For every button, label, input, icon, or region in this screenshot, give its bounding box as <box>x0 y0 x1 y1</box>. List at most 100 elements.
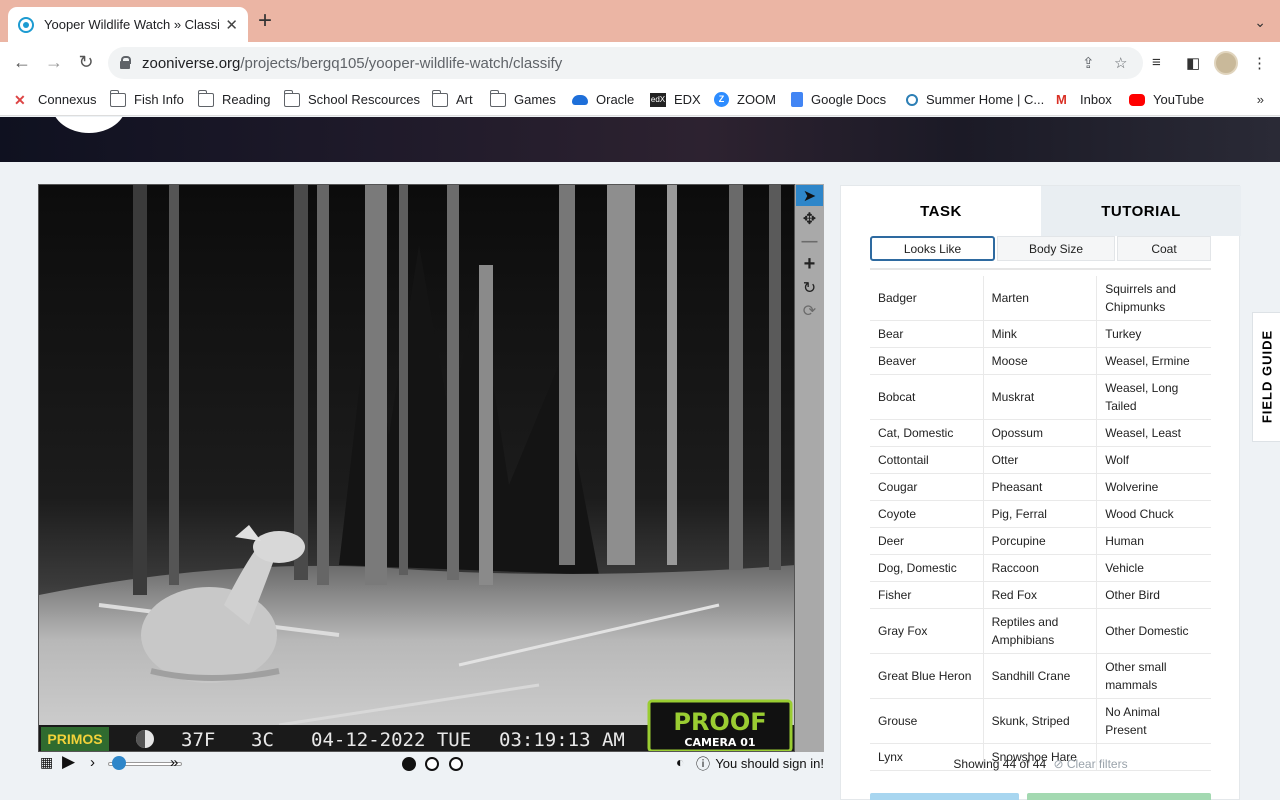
species-choice[interactable]: Wolf <box>1097 447 1211 473</box>
species-choice[interactable]: Red Fox <box>984 582 1098 608</box>
species-choice[interactable]: Squirrels and Chipmunks <box>1097 276 1211 320</box>
species-choice[interactable]: Raccoon <box>984 555 1098 581</box>
rotate-icon[interactable]: ↻ <box>796 277 823 298</box>
species-choice[interactable]: Wood Chuck <box>1097 501 1211 527</box>
forward-button[interactable]: → <box>43 52 65 73</box>
species-choice[interactable]: Human <box>1097 528 1211 554</box>
frame-3-dot[interactable] <box>449 757 463 771</box>
species-choice[interactable]: Grouse <box>870 699 984 743</box>
bookmark-reading[interactable]: Reading <box>197 89 270 107</box>
field-guide-tab[interactable]: FIELD GUIDE <box>1252 312 1280 442</box>
species-choice[interactable]: Weasel, Ermine <box>1097 348 1211 374</box>
folder-icon <box>431 89 448 107</box>
species-choice[interactable]: Gray Fox <box>870 609 984 653</box>
species-choice[interactable]: Cougar <box>870 474 984 500</box>
species-choice[interactable]: Dog, Domestic <box>870 555 984 581</box>
bookmark-summer-home[interactable]: Summer Home | C... <box>906 92 1044 107</box>
bookmark-connexus[interactable]: ✕ Connexus <box>14 92 97 107</box>
species-choice[interactable]: Other Domestic <box>1097 609 1211 653</box>
filter-looks-like[interactable]: Looks Like <box>870 236 995 261</box>
fast-speed-icon[interactable]: » <box>170 754 178 771</box>
play-icon[interactable]: ▶ <box>62 752 75 772</box>
side-panel-icon[interactable]: ◧ <box>1186 54 1200 72</box>
bookmark-school-rescources[interactable]: School Rescources <box>283 89 420 107</box>
info-icon[interactable]: ⓘ <box>696 754 710 774</box>
bookmark-star-icon[interactable]: ☆ <box>1114 54 1127 72</box>
species-choice[interactable]: Pig, Ferral <box>984 501 1098 527</box>
panel-button-left[interactable] <box>870 793 1019 800</box>
bookmark-zoom[interactable]: Z ZOOM <box>714 92 776 107</box>
species-choice[interactable]: Deer <box>870 528 984 554</box>
lock-icon[interactable] <box>120 56 131 69</box>
species-choice[interactable]: Beaver <box>870 348 984 374</box>
tab-task[interactable]: TASK <box>841 186 1041 236</box>
species-choice[interactable]: Pheasant <box>984 474 1098 500</box>
speed-slider-handle[interactable] <box>112 756 126 770</box>
tab-tutorial[interactable]: TUTORIAL <box>1041 186 1241 236</box>
species-choice[interactable]: Cat, Domestic <box>870 420 984 446</box>
species-choice[interactable]: Reptiles and Amphibians <box>984 609 1098 653</box>
subject-image[interactable]: PRIMOS 37F 3C 04-12-2022 TUE 03:19:13 AM… <box>38 184 795 752</box>
slow-speed-icon[interactable]: › <box>90 754 95 771</box>
browser-menu-icon[interactable]: ⋮ <box>1252 54 1267 72</box>
more-bookmarks-icon[interactable]: » <box>1257 92 1264 107</box>
move-tool-icon[interactable]: ✥ <box>796 208 823 229</box>
clear-filters-button[interactable]: ⊘ Clear filters <box>1054 757 1128 771</box>
species-choice[interactable]: Bobcat <box>870 375 984 419</box>
profile-avatar[interactable] <box>1214 51 1238 75</box>
bookmark-edx[interactable]: edX EDX <box>650 92 701 107</box>
tab-search-chevron-icon[interactable]: ⌄ <box>1254 14 1266 31</box>
pointer-tool-icon[interactable]: ➤ <box>796 185 823 206</box>
filter-coat[interactable]: Coat <box>1117 236 1211 261</box>
bookmark-oracle[interactable]: Oracle <box>572 92 634 107</box>
zoom-out-icon[interactable]: — <box>796 231 823 252</box>
url-text[interactable]: zooniverse.org/projects/bergq105/yooper-… <box>142 55 562 72</box>
species-choice[interactable]: Opossum <box>984 420 1098 446</box>
species-choice[interactable]: No Animal Present <box>1097 699 1211 743</box>
close-tab-icon[interactable]: ✕ <box>225 16 238 34</box>
reload-button[interactable]: ↻ <box>75 52 97 73</box>
species-choice[interactable]: Cottontail <box>870 447 984 473</box>
filter-body-size[interactable]: Body Size <box>997 236 1115 261</box>
species-choice[interactable]: Muskrat <box>984 375 1098 419</box>
share-icon[interactable]: ⇪ <box>1082 54 1095 72</box>
species-choice[interactable]: Great Blue Heron <box>870 654 984 698</box>
frame-1-dot[interactable] <box>402 757 416 771</box>
species-choice[interactable]: Coyote <box>870 501 984 527</box>
panel-button-right[interactable] <box>1027 793 1211 800</box>
project-avatar[interactable] <box>52 117 126 133</box>
species-choice[interactable]: Sandhill Crane <box>984 654 1098 698</box>
species-choice[interactable]: Other small mammals <box>1097 654 1211 698</box>
back-button[interactable]: ← <box>11 52 33 73</box>
species-choice[interactable]: Moose <box>984 348 1098 374</box>
species-choice[interactable]: Weasel, Least <box>1097 420 1211 446</box>
bookmark-art[interactable]: Art <box>431 89 473 107</box>
species-choice[interactable]: Bear <box>870 321 984 347</box>
bookmark-google-docs[interactable]: Google Docs <box>791 92 886 107</box>
species-choice[interactable]: Weasel, Long Tailed <box>1097 375 1211 419</box>
contrast-icon[interactable]: ◐ <box>676 754 684 770</box>
species-choice[interactable]: Vehicle <box>1097 555 1211 581</box>
species-choice[interactable]: Badger <box>870 276 984 320</box>
bookmark-fish-info[interactable]: Fish Info <box>109 89 184 107</box>
species-choice[interactable]: Fisher <box>870 582 984 608</box>
species-choice[interactable]: Turkey <box>1097 321 1211 347</box>
media-controls-icon[interactable]: ≡ <box>1152 54 1161 71</box>
species-choice[interactable]: Wolverine <box>1097 474 1211 500</box>
new-tab-button[interactable]: + <box>258 9 272 33</box>
grid-view-icon[interactable]: ▦ <box>40 754 53 771</box>
species-choice[interactable]: Porcupine <box>984 528 1098 554</box>
species-choice[interactable]: Marten <box>984 276 1098 320</box>
frame-2-dot[interactable] <box>425 757 439 771</box>
browser-tab[interactable]: Yooper Wildlife Watch » Classify ✕ <box>8 7 248 42</box>
species-choice[interactable]: Skunk, Striped <box>984 699 1098 743</box>
species-choice[interactable]: Mink <box>984 321 1098 347</box>
bookmark-games[interactable]: Games <box>489 89 556 107</box>
species-choice[interactable]: Other Bird <box>1097 582 1211 608</box>
bookmark-youtube[interactable]: YouTube <box>1129 92 1204 107</box>
address-bar[interactable]: zooniverse.org/projects/bergq105/yooper-… <box>108 47 1143 79</box>
reset-view-icon[interactable]: ⟳ <box>796 300 823 321</box>
species-choice[interactable]: Otter <box>984 447 1098 473</box>
zoom-in-icon[interactable]: + <box>796 253 823 275</box>
bookmark-inbox[interactable]: M Inbox <box>1056 92 1112 107</box>
